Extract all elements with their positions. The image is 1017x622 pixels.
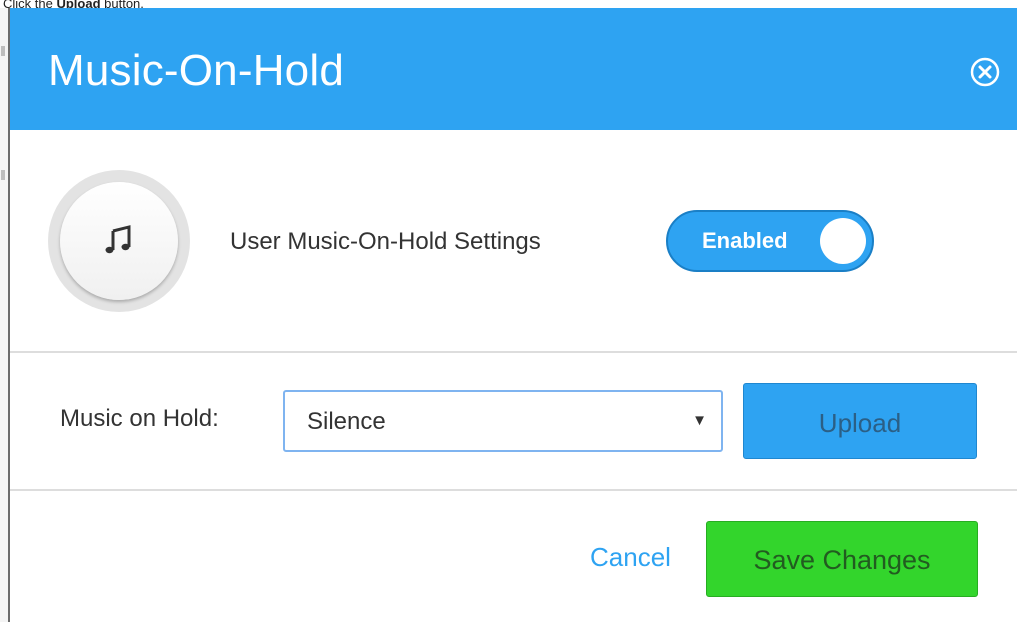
dialog-title: Music-On-Hold: [48, 46, 344, 95]
settings-label: User Music-On-Hold Settings: [230, 228, 541, 255]
upload-button[interactable]: Upload: [743, 383, 977, 459]
footer-divider: [10, 489, 1017, 491]
enabled-toggle[interactable]: Enabled: [666, 210, 874, 272]
page-edge-mark: [1, 46, 5, 56]
dialog-header: Music-On-Hold: [10, 8, 1017, 130]
music-on-hold-dialog: Music-On-Hold User Music-On-Hold Setting…: [8, 8, 1017, 622]
background-page-edge: [0, 8, 8, 622]
music-avatar: [48, 170, 190, 312]
save-changes-button[interactable]: Save Changes: [706, 521, 978, 597]
save-button-label: Save Changes: [753, 545, 931, 575]
select-value: Silence: [307, 408, 386, 435]
toggle-knob: [820, 218, 866, 264]
music-note-icon: [105, 225, 131, 254]
chevron-down-icon: ▼: [692, 412, 707, 429]
page-edge-mark: [1, 170, 5, 180]
section-divider: [10, 351, 1017, 353]
upload-button-label: Upload: [818, 408, 902, 438]
cancel-button[interactable]: Cancel: [590, 542, 671, 573]
music-on-hold-label: Music on Hold:: [60, 405, 219, 432]
toggle-label: Enabled: [702, 228, 788, 253]
close-icon[interactable]: [969, 56, 1001, 88]
music-on-hold-select[interactable]: Silence ▼: [283, 390, 723, 452]
